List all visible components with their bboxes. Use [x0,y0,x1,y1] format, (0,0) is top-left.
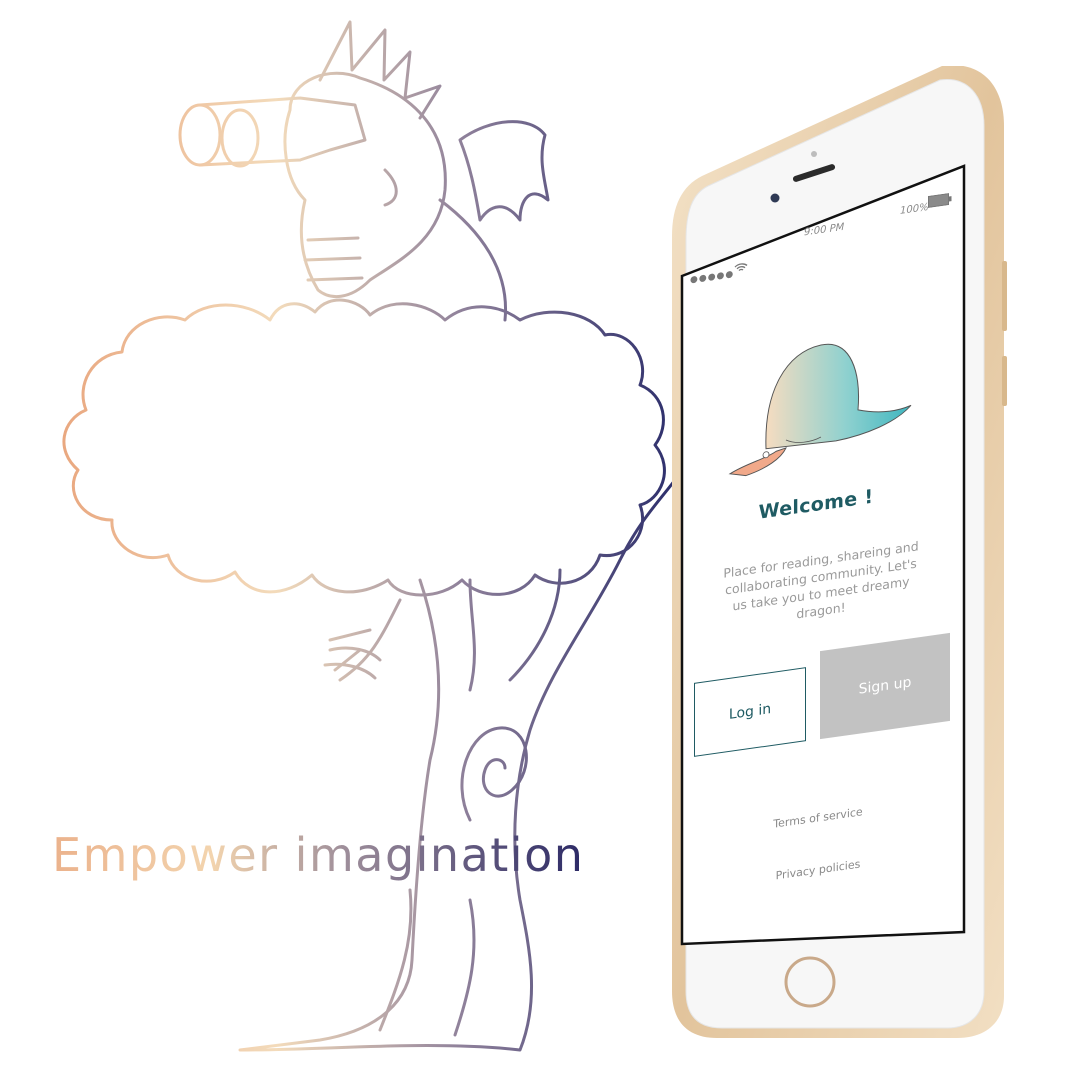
dragon-wing [458,120,550,222]
signup-button[interactable]: Sign up [820,632,950,740]
tree-trunk [238,478,677,1052]
app-screen: ●●●●● 9:00 PM 100% Welcome ! Place for r… [686,193,962,942]
tree-canopy [62,298,666,597]
binocular-left [178,103,222,167]
welcome-title: Welcome ! [758,485,874,524]
login-button[interactable]: Log in [694,667,806,757]
tagline: Empower imagination [52,828,585,882]
terms-of-service-link[interactable]: Terms of service [686,793,950,843]
privacy-policies-link[interactable]: Privacy policies [686,845,950,895]
welcome-description: Place for reading, shareing and collabor… [723,538,919,622]
wifi-icon [734,263,748,272]
dragon-hero-icon [728,343,912,477]
home-button-icon [784,956,836,1008]
dragon-body [283,71,447,299]
